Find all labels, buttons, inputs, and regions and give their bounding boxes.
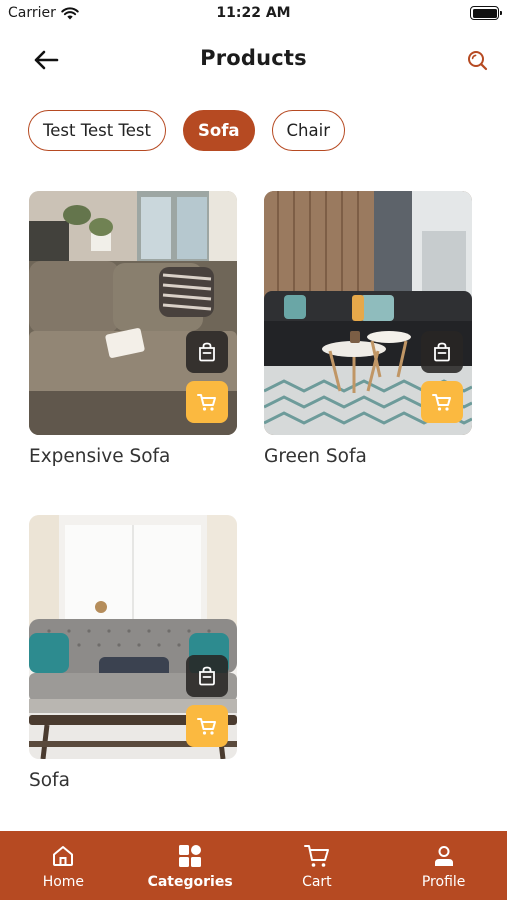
home-icon (50, 843, 76, 869)
nav-item-profile[interactable]: Profile (380, 831, 507, 900)
nav-label-cart: Cart (302, 874, 332, 890)
cart-icon (197, 718, 216, 735)
product-card[interactable]: Expensive Sofa (29, 191, 237, 467)
page-title: Products (200, 46, 307, 70)
product-name: Green Sofa (264, 446, 367, 467)
nav-item-categories[interactable]: Categories (127, 831, 254, 900)
add-to-wishlist-button[interactable] (186, 655, 228, 697)
nav-item-home[interactable]: Home (0, 831, 127, 900)
nav-label-categories: Categories (147, 874, 233, 890)
product-card[interactable]: Sofa (29, 515, 237, 791)
battery-icon (470, 6, 502, 20)
add-to-wishlist-button[interactable] (421, 331, 463, 373)
add-to-cart-button[interactable] (186, 705, 228, 747)
search-button[interactable] (465, 48, 489, 72)
product-card[interactable]: Green Sofa (264, 191, 472, 467)
grid-icon (177, 843, 203, 869)
product-image (29, 191, 237, 435)
status-bar: Carrier 11:22 AM (0, 0, 507, 28)
shopping-bag-icon (199, 666, 215, 686)
nav-item-cart[interactable]: Cart (254, 831, 381, 900)
status-time: 11:22 AM (216, 5, 291, 21)
nav-label-home: Home (42, 874, 85, 890)
category-filter-chips: Test Test Test Sofa Chair (28, 110, 345, 151)
bottom-navigation: Home Categories Cart Profile (0, 831, 507, 900)
shopping-bag-icon (199, 342, 215, 362)
add-to-wishlist-button[interactable] (186, 331, 228, 373)
product-name: Sofa (29, 770, 70, 791)
cart-icon (432, 394, 451, 411)
product-image (264, 191, 472, 435)
app-header: Products (0, 38, 507, 82)
add-to-cart-button[interactable] (186, 381, 228, 423)
filter-chip-chair[interactable]: Chair (271, 110, 345, 151)
cart-icon (303, 843, 330, 869)
shopping-bag-icon (434, 342, 450, 362)
product-image (29, 515, 237, 759)
cart-icon (197, 394, 216, 411)
filter-chip-sofa[interactable]: Sofa (182, 110, 255, 151)
add-to-cart-button[interactable] (421, 381, 463, 423)
search-icon (467, 50, 487, 70)
filter-chip-test-test-test[interactable]: Test Test Test (28, 110, 166, 151)
nav-label-profile: Profile (421, 874, 466, 890)
product-name: Expensive Sofa (29, 446, 171, 467)
user-icon (431, 843, 457, 869)
